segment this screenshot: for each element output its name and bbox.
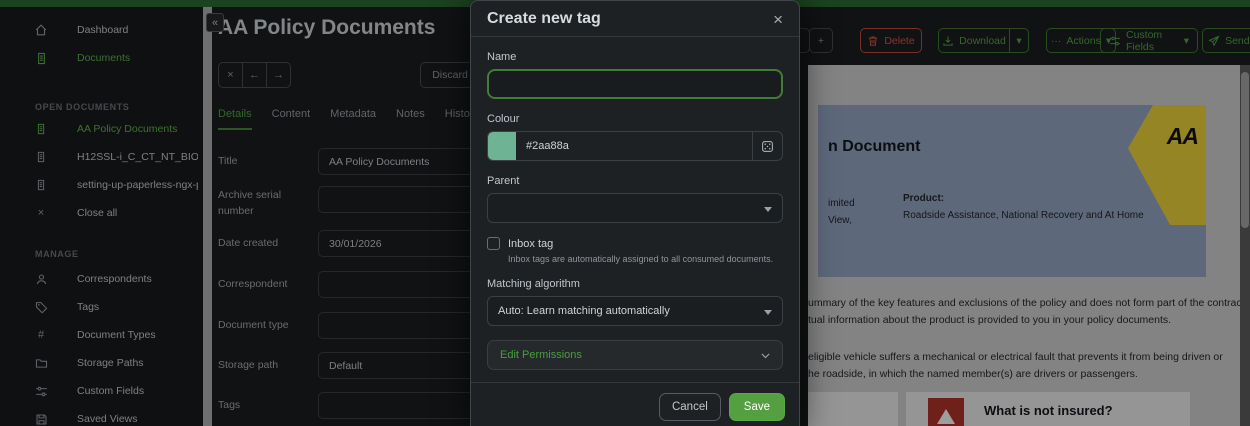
colour-input-group: #2aa88a (487, 131, 783, 161)
inbox-tag-row: Inbox tag (487, 237, 783, 250)
close-icon: × (773, 10, 783, 29)
modal-title: Create new tag (487, 10, 601, 28)
inbox-tag-help: Inbox tags are automatically assigned to… (508, 254, 783, 264)
app-root: Dashboard Documents OPEN DOCUMENTS AA Po… (0, 0, 1250, 426)
chevron-down-icon (759, 349, 772, 362)
matching-algorithm-value: Auto: Learn matching automatically (498, 305, 670, 317)
cancel-button[interactable]: Cancel (659, 393, 721, 421)
modal-body: Name Colour #2aa88a Parent Inbox tag Inb… (471, 37, 799, 370)
modal-close-button[interactable]: × (773, 11, 783, 28)
tag-name-input[interactable] (487, 69, 783, 99)
caret-down-icon (764, 207, 772, 212)
modal-header: Create new tag × (471, 1, 799, 37)
inbox-tag-checkbox[interactable] (487, 237, 500, 250)
parent-select[interactable] (487, 193, 783, 223)
random-colour-button[interactable] (752, 132, 782, 160)
inbox-tag-label: Inbox tag (508, 238, 553, 250)
save-button[interactable]: Save (729, 393, 785, 421)
modal-footer: Cancel Save (471, 382, 799, 426)
colour-swatch (488, 132, 516, 160)
colour-hex-input[interactable]: #2aa88a (516, 132, 752, 160)
matching-algorithm-select[interactable]: Auto: Learn matching automatically (487, 296, 783, 326)
name-label: Name (487, 51, 783, 63)
dice-icon (761, 140, 774, 153)
caret-down-icon (764, 310, 772, 315)
colour-label: Colour (487, 113, 783, 125)
edit-permissions-accordion[interactable]: Edit Permissions (487, 340, 783, 370)
create-tag-modal: Create new tag × Name Colour #2aa88a Par… (470, 0, 800, 426)
parent-label: Parent (487, 175, 783, 187)
matching-algorithm-label: Matching algorithm (487, 278, 783, 290)
edit-permissions-label: Edit Permissions (500, 349, 582, 361)
